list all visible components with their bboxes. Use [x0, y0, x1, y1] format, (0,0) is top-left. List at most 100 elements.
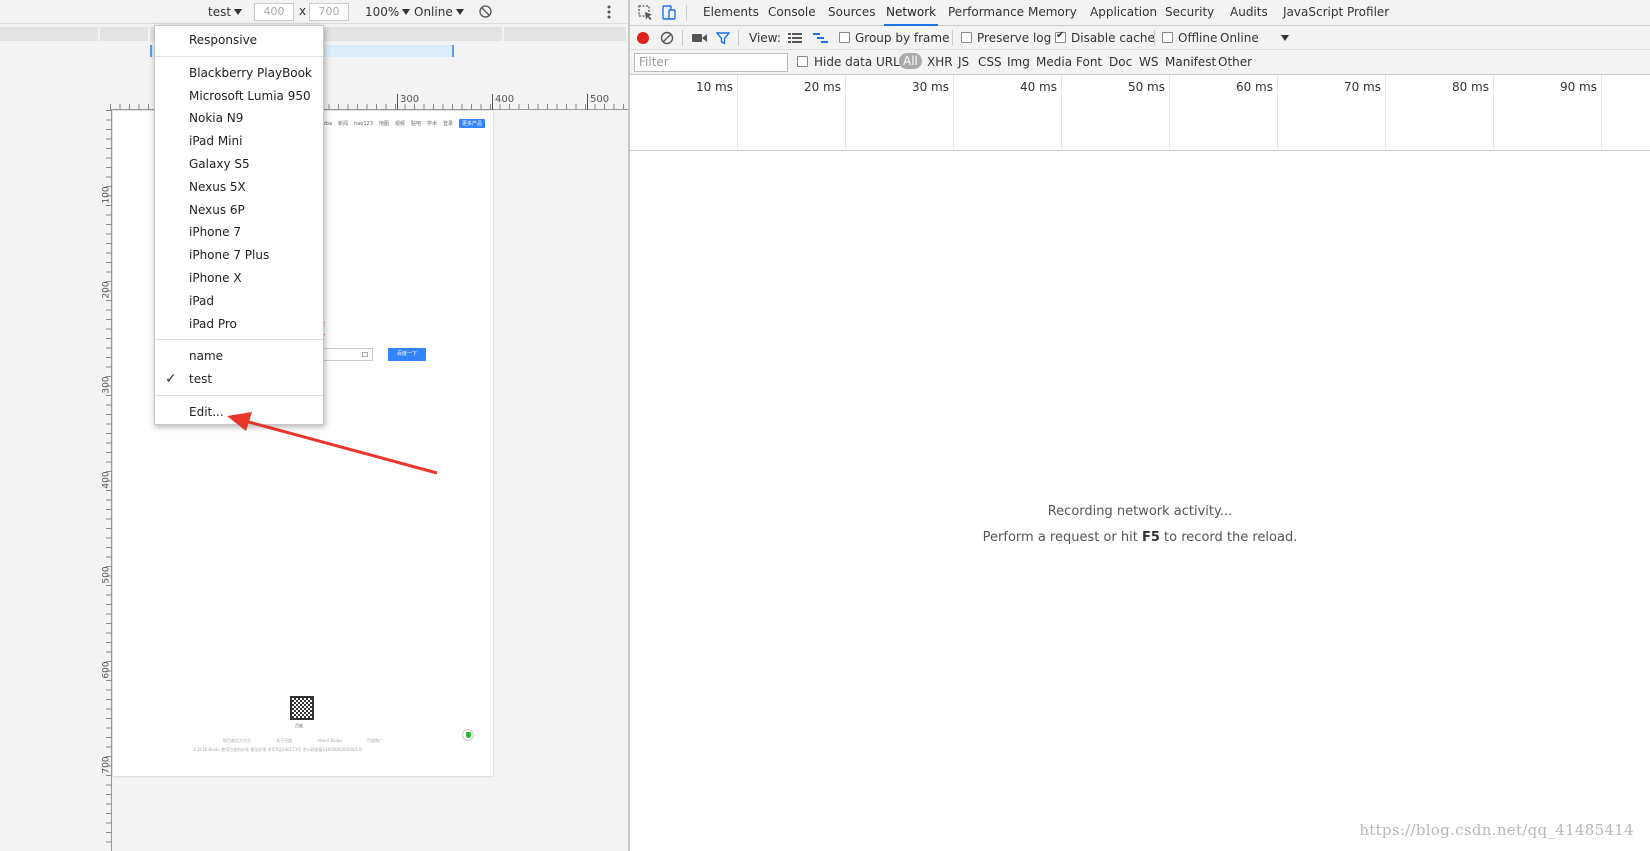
- menu-item-custom-test[interactable]: ✓ test: [155, 368, 323, 391]
- tick-label: 10 ms: [695, 80, 733, 94]
- footer-link[interactable]: 百度推广: [367, 738, 383, 744]
- throttling-select[interactable]: Online: [1220, 31, 1289, 45]
- page-nav-link[interactable]: 登录: [443, 120, 453, 127]
- device-emulation-pane: test 400 x 700 100% Online 300 400 500 1…: [0, 0, 628, 851]
- camera-icon[interactable]: [692, 32, 708, 44]
- filter-type-media[interactable]: Media: [1036, 55, 1072, 69]
- toolbar-separator: [952, 30, 953, 46]
- tab-memory[interactable]: Memory: [1026, 0, 1079, 26]
- tab-network[interactable]: Network: [884, 0, 939, 26]
- timeline-tick: 40 ms: [954, 75, 1062, 151]
- menu-item-device[interactable]: Nokia N9: [155, 107, 323, 130]
- page-nav-link[interactable]: 地图: [379, 120, 389, 127]
- menu-item-responsive[interactable]: Responsive: [155, 29, 323, 52]
- disable-cache-checkbox[interactable]: [1055, 30, 1066, 43]
- filter-icon[interactable]: [716, 31, 730, 45]
- filter-type-img[interactable]: Img: [1007, 55, 1030, 69]
- filter-type-css[interactable]: CSS: [978, 55, 1002, 69]
- rotate-icon[interactable]: [478, 4, 493, 19]
- width-input[interactable]: 400: [254, 3, 294, 21]
- group-by-frame-label: Group by frame: [855, 31, 950, 45]
- filter-type-font[interactable]: Font: [1076, 55, 1102, 69]
- footer-link[interactable]: 把百度设为主页: [223, 738, 251, 744]
- filter-type-xhr[interactable]: XHR: [927, 55, 953, 69]
- device-toggle-icon[interactable]: [660, 4, 678, 22]
- filter-bar: Filter Hide data URLs All XHR JS CSS Img…: [630, 50, 1650, 75]
- menu-item-device[interactable]: iPhone 7 Plus: [155, 244, 323, 267]
- filter-type-manifest[interactable]: Manifest: [1165, 55, 1216, 69]
- menu-item-device[interactable]: iPad: [155, 290, 323, 313]
- page-more-products-button[interactable]: 更多产品: [458, 119, 485, 128]
- filter-type-other[interactable]: Other: [1218, 55, 1252, 69]
- disable-cache-label: Disable cache: [1071, 31, 1155, 45]
- clear-icon[interactable]: [660, 31, 674, 45]
- menu-item-device[interactable]: Microsoft Lumia 950: [155, 85, 323, 108]
- preserve-log-checkbox[interactable]: [961, 32, 972, 43]
- media-query-segment[interactable]: [100, 27, 150, 41]
- ruler-left: 100 200 300 400 500 600 700: [100, 110, 112, 851]
- zoom-label: 100%: [365, 5, 400, 19]
- media-query-segment[interactable]: [454, 27, 504, 41]
- filter-type-doc[interactable]: Doc: [1109, 55, 1132, 69]
- tab-javascript-profiler[interactable]: JavaScript Profiler: [1281, 0, 1391, 26]
- shield-icon[interactable]: [462, 729, 474, 741]
- tab-elements[interactable]: Elements: [701, 0, 761, 26]
- ruler-label: 400: [101, 471, 112, 489]
- tick-label: 80 ms: [1451, 80, 1489, 94]
- filter-type-ws[interactable]: WS: [1139, 55, 1158, 69]
- recording-status-text: Recording network activity...: [1047, 504, 1233, 519]
- menu-item-device[interactable]: iPhone 7: [155, 221, 323, 244]
- menu-item-device[interactable]: iPhone X: [155, 267, 323, 290]
- offline-checkbox[interactable]: [1162, 32, 1173, 43]
- waterfall-icon[interactable]: [813, 32, 829, 44]
- menu-item-device[interactable]: Galaxy S5: [155, 153, 323, 176]
- group-by-frame-checkbox[interactable]: [839, 32, 850, 43]
- hide-data-urls-label: Hide data URLs: [814, 55, 907, 69]
- tab-audits[interactable]: Audits: [1228, 0, 1270, 26]
- filter-type-js[interactable]: JS: [958, 55, 969, 69]
- tab-security[interactable]: Security: [1163, 0, 1216, 26]
- ruler-label: 400: [492, 94, 514, 110]
- page-nav-link[interactable]: hao123: [354, 121, 373, 127]
- tab-performance[interactable]: Performance: [946, 0, 1026, 26]
- more-options-icon[interactable]: [606, 4, 612, 20]
- large-rows-icon[interactable]: [788, 32, 802, 44]
- height-input[interactable]: 700: [309, 3, 349, 21]
- camera-icon[interactable]: [362, 352, 368, 357]
- zoom-select[interactable]: 100%: [365, 5, 411, 19]
- page-search-button[interactable]: 百度一下: [388, 348, 426, 361]
- toolbar-separator: [1154, 30, 1155, 46]
- menu-item-device[interactable]: iPad Mini: [155, 130, 323, 153]
- tab-application[interactable]: Application: [1088, 0, 1159, 26]
- filter-type-all[interactable]: All: [899, 53, 922, 69]
- timeline-tick: 60 ms: [1170, 75, 1278, 151]
- device-select-label: test: [208, 5, 232, 19]
- hide-data-urls-checkbox[interactable]: [797, 56, 808, 67]
- page-top-nav: tieba 新闻 hao123 地图 视频 贴吧 学术 登录 更多产品: [319, 119, 485, 128]
- page-nav-link[interactable]: 新闻: [338, 120, 348, 127]
- devtools-tabbar: Elements Console Sources Network Perform…: [630, 0, 1650, 26]
- record-icon[interactable]: [636, 31, 650, 45]
- menu-item-device[interactable]: Nexus 5X: [155, 176, 323, 199]
- ruler-label: 600: [101, 661, 112, 679]
- menu-item-custom-name[interactable]: name: [155, 345, 323, 368]
- menu-item-device[interactable]: iPad Pro: [155, 313, 323, 336]
- network-overview-timeline[interactable]: 10 ms 20 ms 30 ms 40 ms 50 ms 60 ms 70 m…: [630, 75, 1650, 151]
- menu-item-label: test: [189, 372, 213, 387]
- page-nav-link[interactable]: 学术: [427, 120, 437, 127]
- footer-link[interactable]: About Baidu: [317, 738, 341, 744]
- device-select[interactable]: test: [208, 5, 243, 19]
- filter-input[interactable]: Filter: [634, 53, 788, 72]
- footer-link[interactable]: 关于百度: [276, 738, 292, 744]
- page-nav-link[interactable]: 视频: [395, 120, 405, 127]
- media-query-segment[interactable]: [0, 27, 100, 41]
- menu-item-device[interactable]: Nexus 6P: [155, 199, 323, 222]
- tab-sources[interactable]: Sources: [826, 0, 877, 26]
- tab-console[interactable]: Console: [766, 0, 818, 26]
- page-nav-link[interactable]: 贴吧: [411, 120, 421, 127]
- menu-item-device[interactable]: Blackberry PlayBook: [155, 62, 323, 85]
- media-query-segment[interactable]: [504, 27, 628, 41]
- throttle-select[interactable]: Online: [414, 5, 464, 19]
- menu-item-edit[interactable]: Edit...: [155, 401, 323, 424]
- inspect-element-icon[interactable]: [637, 4, 655, 22]
